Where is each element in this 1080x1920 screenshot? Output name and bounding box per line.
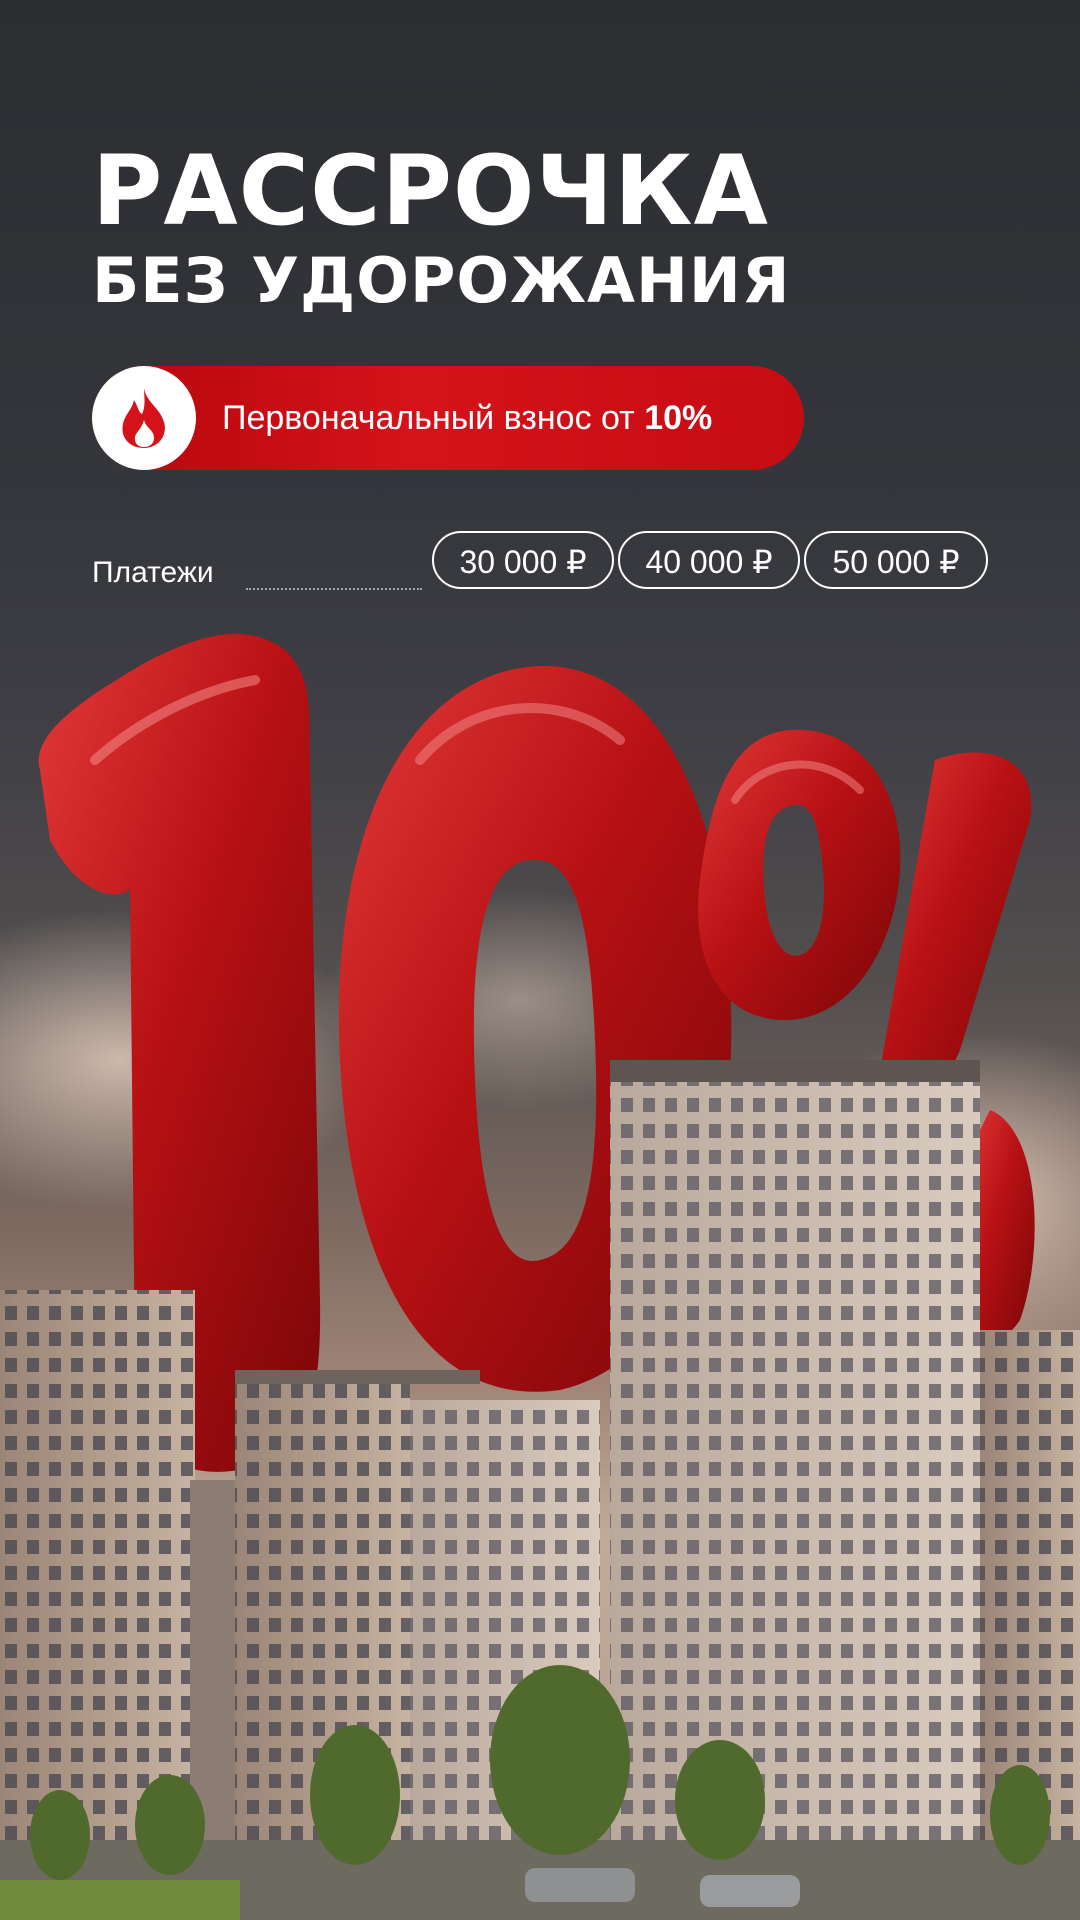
headline-line-2: без удорожания xyxy=(92,244,791,317)
down-payment-value: 10% xyxy=(644,399,713,437)
payment-option-40000[interactable]: 40 000 ₽ xyxy=(618,531,800,589)
payment-option-30000[interactable]: 30 000 ₽ xyxy=(432,531,614,589)
flame-icon-circle xyxy=(92,366,196,470)
down-payment-text: Первоначальный взнос от 10% xyxy=(222,366,712,470)
dotted-leader xyxy=(246,588,422,590)
headline: Рассрочка без удорожания xyxy=(92,138,1012,318)
payment-option-50000[interactable]: 50 000 ₽ xyxy=(804,531,988,589)
balloon-percent-top-circle xyxy=(698,729,901,1020)
flame-icon xyxy=(122,388,165,448)
balloon-percent-slash xyxy=(880,752,1032,1088)
promo-banner: Рассрочка без удорожания Первоначальный … xyxy=(0,0,1080,1920)
car xyxy=(525,1868,635,1902)
headline-line-1: Рассрочка xyxy=(92,135,769,247)
down-payment-badge: Первоначальный взнос от 10% xyxy=(92,366,804,470)
payments-label: Платежи xyxy=(92,556,214,589)
car xyxy=(700,1875,800,1907)
down-payment-label: Первоначальный взнос от xyxy=(222,399,645,437)
